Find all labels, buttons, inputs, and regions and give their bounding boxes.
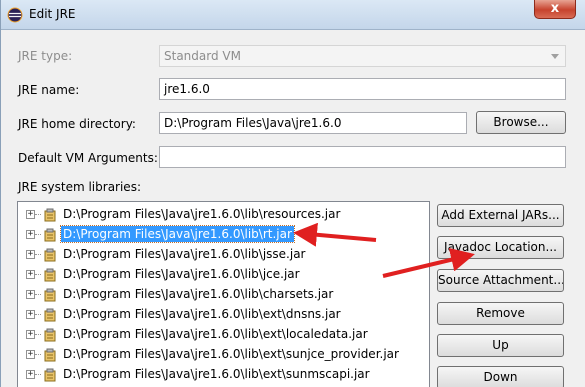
jre-name-label: JRE name: (18, 83, 80, 97)
jar-library-icon (44, 208, 56, 222)
tree-connector (35, 354, 41, 355)
tree-connector (35, 374, 41, 375)
browse-button[interactable]: Browse... (476, 111, 566, 134)
jar-library-icon (44, 228, 56, 242)
jar-library-icon (44, 328, 56, 342)
jre-name-input[interactable]: jre1.6.0 (159, 78, 566, 100)
window-title: Edit JRE (29, 7, 76, 21)
tree-connector (35, 314, 41, 315)
expand-icon[interactable]: + (26, 230, 35, 239)
vm-args-input[interactable] (159, 146, 566, 168)
jre-libraries-tree[interactable]: + D:\Program Files\Java\jre1.6.0\lib\reso… (17, 201, 430, 387)
close-icon: x (550, 1, 560, 16)
library-path: D:\Program Files\Java\jre1.6.0\lib\resou… (63, 207, 341, 221)
tree-connector (35, 334, 41, 335)
library-row[interactable]: + D:\Program Files\Java\jre1.6.0\lib\reso… (18, 205, 429, 225)
library-path: D:\Program Files\Java\jre1.6.0\lib\ext\d… (63, 307, 341, 321)
library-path: D:\Program Files\Java\jre1.6.0\lib\chars… (63, 287, 334, 301)
jar-library-icon (44, 308, 56, 322)
title-bar[interactable]: Edit JRE x (1, 0, 585, 30)
expand-icon[interactable]: + (26, 310, 35, 319)
tree-connector (35, 254, 41, 255)
eclipse-icon (7, 7, 23, 23)
library-path: D:\Program Files\Java\jre1.6.0\lib\jce.j… (63, 267, 300, 281)
javadoc-location-button[interactable]: Javadoc Location... (437, 236, 564, 259)
library-row[interactable]: + D:\Program Files\Java\jre1.6.0\lib\ext\… (18, 325, 429, 345)
tree-connector (35, 274, 41, 275)
chevron-down-icon (551, 54, 559, 59)
expand-icon[interactable]: + (26, 210, 35, 219)
expand-icon[interactable]: + (26, 330, 35, 339)
jre-home-label: JRE home directory: (18, 117, 136, 131)
jar-library-icon (44, 368, 56, 382)
library-row[interactable]: + D:\Program Files\Java\jre1.6.0\lib\ext\… (18, 365, 429, 385)
edit-jre-dialog: Edit JRE x JRE type: Standard VM JRE nam… (0, 0, 585, 387)
add-external-jars-button[interactable]: Add External JARs... (437, 204, 564, 227)
library-row[interactable]: + D:\Program Files\Java\jre1.6.0\lib\jsse… (18, 245, 429, 265)
jre-type-combo: Standard VM (159, 45, 566, 67)
remove-button[interactable]: Remove (437, 302, 564, 325)
tree-connector (35, 234, 41, 235)
expand-icon[interactable]: + (26, 350, 35, 359)
expand-icon[interactable]: + (26, 290, 35, 299)
library-row[interactable]: + D:\Program Files\Java\jre1.6.0\lib\ext\… (18, 305, 429, 325)
library-path: D:\Program Files\Java\jre1.6.0\lib\ext\s… (63, 367, 370, 381)
down-button[interactable]: Down (437, 366, 564, 387)
tree-connector (35, 214, 41, 215)
expand-icon[interactable]: + (26, 370, 35, 379)
library-row[interactable]: + D:\Program Files\Java\jre1.6.0\lib\char… (18, 285, 429, 305)
jre-libraries-label: JRE system libraries: (18, 180, 141, 194)
expand-icon[interactable]: + (26, 250, 35, 259)
jar-library-icon (44, 348, 56, 362)
library-row[interactable]: + D:\Program Files\Java\jre1.6.0\lib\jce.… (18, 265, 429, 285)
jre-home-value: D:\Program Files\Java\jre1.6.0 (164, 116, 342, 130)
source-attachment-button[interactable]: Source Attachment... (437, 269, 564, 292)
library-row[interactable]: + D:\Program Files\Java\jre1.6.0\lib\rt.j… (18, 225, 429, 245)
jar-library-icon (44, 268, 56, 282)
tree-connector (35, 294, 41, 295)
jar-library-icon (44, 288, 56, 302)
jre-type-label: JRE type: (18, 49, 73, 63)
close-button[interactable]: x (534, 0, 576, 19)
library-row[interactable]: + D:\Program Files\Java\jre1.6.0\lib\ext\… (18, 345, 429, 365)
jar-library-icon (44, 248, 56, 262)
vm-args-label: Default VM Arguments: (18, 151, 158, 165)
expand-icon[interactable]: + (26, 270, 35, 279)
up-button[interactable]: Up (437, 334, 564, 357)
library-path: D:\Program Files\Java\jre1.6.0\lib\ext\l… (63, 327, 368, 341)
library-path: D:\Program Files\Java\jre1.6.0\lib\jsse.… (63, 247, 306, 261)
jre-home-input[interactable]: D:\Program Files\Java\jre1.6.0 (159, 112, 467, 134)
library-path: D:\Program Files\Java\jre1.6.0\lib\ext\s… (63, 347, 399, 361)
dialog-body: JRE type: Standard VM JRE name: jre1.6.0… (1, 30, 585, 387)
library-path: D:\Program Files\Java\jre1.6.0\lib\rt.ja… (60, 225, 295, 243)
jre-type-value: Standard VM (164, 49, 241, 63)
jre-name-value: jre1.6.0 (164, 82, 210, 96)
